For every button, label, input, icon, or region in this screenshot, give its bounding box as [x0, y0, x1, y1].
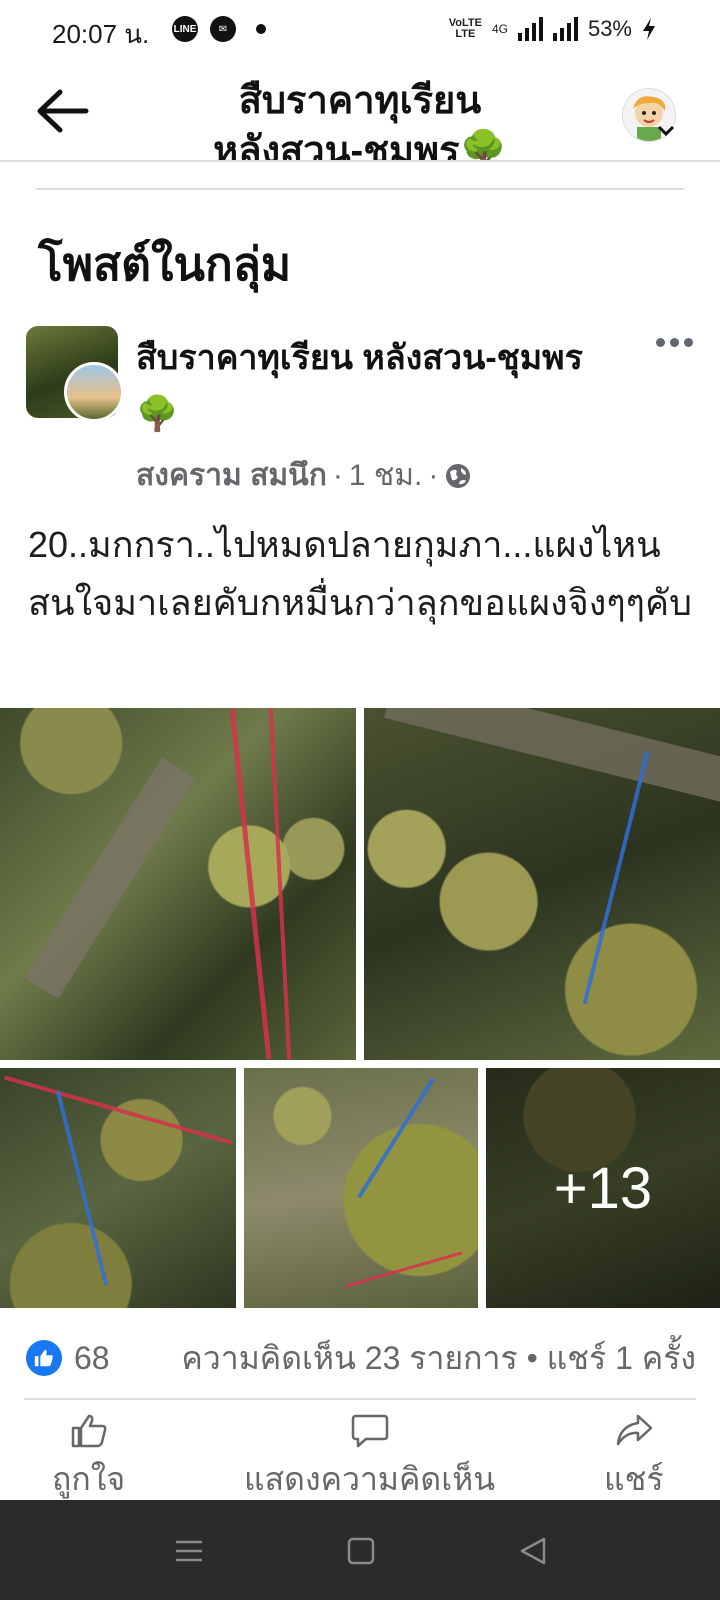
share-arrow-icon	[616, 1414, 653, 1446]
like-reaction-icon[interactable]	[26, 1340, 62, 1376]
charging-icon	[643, 18, 655, 40]
comment-button[interactable]: แสดงความคิดเห็น	[244, 1412, 495, 1505]
back-arrow-icon[interactable]	[34, 86, 90, 136]
section-title: โพสต์ในกลุ่ม	[38, 238, 292, 290]
red-ribbon	[345, 1251, 463, 1288]
share-label: แชร์	[604, 1461, 664, 1497]
signal-icon	[517, 17, 543, 41]
post-photo-2[interactable]	[364, 708, 720, 1060]
blue-ribbon	[55, 1090, 109, 1286]
post-actions: ถูกใจ แสดงความคิดเห็น แชร์	[0, 1404, 720, 1500]
notification-icons: LINE ✉	[172, 16, 266, 42]
network-type: 4G	[491, 22, 508, 36]
red-ribbon	[4, 1075, 232, 1145]
post-photo-1[interactable]	[0, 708, 356, 1060]
back-triangle-icon[interactable]	[516, 1534, 550, 1568]
comment-bubble-icon	[351, 1414, 388, 1448]
volte-icon: VoLTE LTE	[448, 17, 482, 40]
comment-label: แสดงความคิดเห็น	[244, 1461, 496, 1497]
comments-shares-count[interactable]: ความคิดเห็น 23 รายการ • แชร์ 1 ครั้ง	[181, 1333, 696, 1384]
post-time[interactable]: 1 ชม.	[349, 452, 423, 499]
group-name[interactable]: สืบราคาทุเรียน หลังสวน-ชุมพร🌳	[136, 330, 616, 442]
divider	[36, 188, 684, 190]
more-options-icon[interactable]	[656, 330, 696, 354]
status-bar: 20:07 น. LINE ✉ VoLTE LTE 4G 53%	[0, 0, 720, 64]
page-title: สืบราคาทุเรียน หลังสวน-ชุมพร🌳	[213, 80, 507, 162]
share-button[interactable]: แชร์	[604, 1412, 664, 1505]
home-icon[interactable]	[344, 1534, 378, 1568]
meta-separator: ·	[332, 458, 343, 492]
battery-level: 53%	[587, 16, 632, 41]
recent-apps-icon[interactable]	[172, 1534, 206, 1568]
post-meta: สงคราม สมนึก · 1 ชม. ·	[136, 452, 472, 499]
system-status: VoLTE LTE 4G 53%	[449, 16, 656, 42]
signal-icon-2	[552, 17, 578, 41]
thumbs-up-icon	[71, 1414, 106, 1448]
blue-ribbon	[582, 751, 650, 1005]
author-avatar[interactable]	[64, 362, 124, 422]
line-app-icon: LINE	[172, 16, 198, 42]
like-label: ถูกใจ	[52, 1461, 126, 1497]
meta-separator: ·	[428, 458, 439, 492]
chevron-down-icon[interactable]	[656, 124, 676, 138]
thumbs-up-icon	[34, 1349, 53, 1367]
reactions-bar: 68 ความคิดเห็น 23 รายการ • แชร์ 1 ครั้ง	[26, 1334, 696, 1382]
messenger-icon: ✉	[210, 16, 236, 42]
author-name[interactable]: สงคราม สมนึก	[136, 452, 327, 499]
tree-branch	[384, 708, 720, 805]
red-ribbon	[229, 708, 272, 1060]
globe-icon	[446, 463, 471, 488]
status-time: 20:07 น.	[52, 19, 150, 49]
divider	[24, 1398, 696, 1400]
more-photos-overlay[interactable]: +13	[486, 1068, 720, 1308]
post-text: 20..มกกรา..ไปหมดปลายกุมภา...แผงไหนสนใจมา…	[28, 524, 692, 623]
like-count[interactable]: 68	[74, 1340, 110, 1377]
app-header: สืบราคาทุเรียน หลังสวน-ชุมพร🌳	[0, 64, 720, 162]
post-photo-4[interactable]	[244, 1068, 478, 1308]
system-nav-bar	[0, 1500, 720, 1600]
red-ribbon	[268, 708, 292, 1060]
post-photo-5[interactable]: +13	[486, 1068, 720, 1308]
tree-branch	[24, 757, 196, 999]
notification-dot-icon	[256, 24, 266, 34]
post-photo-3[interactable]	[0, 1068, 236, 1308]
like-button[interactable]: ถูกใจ	[52, 1412, 125, 1505]
blue-ribbon	[357, 1077, 435, 1199]
